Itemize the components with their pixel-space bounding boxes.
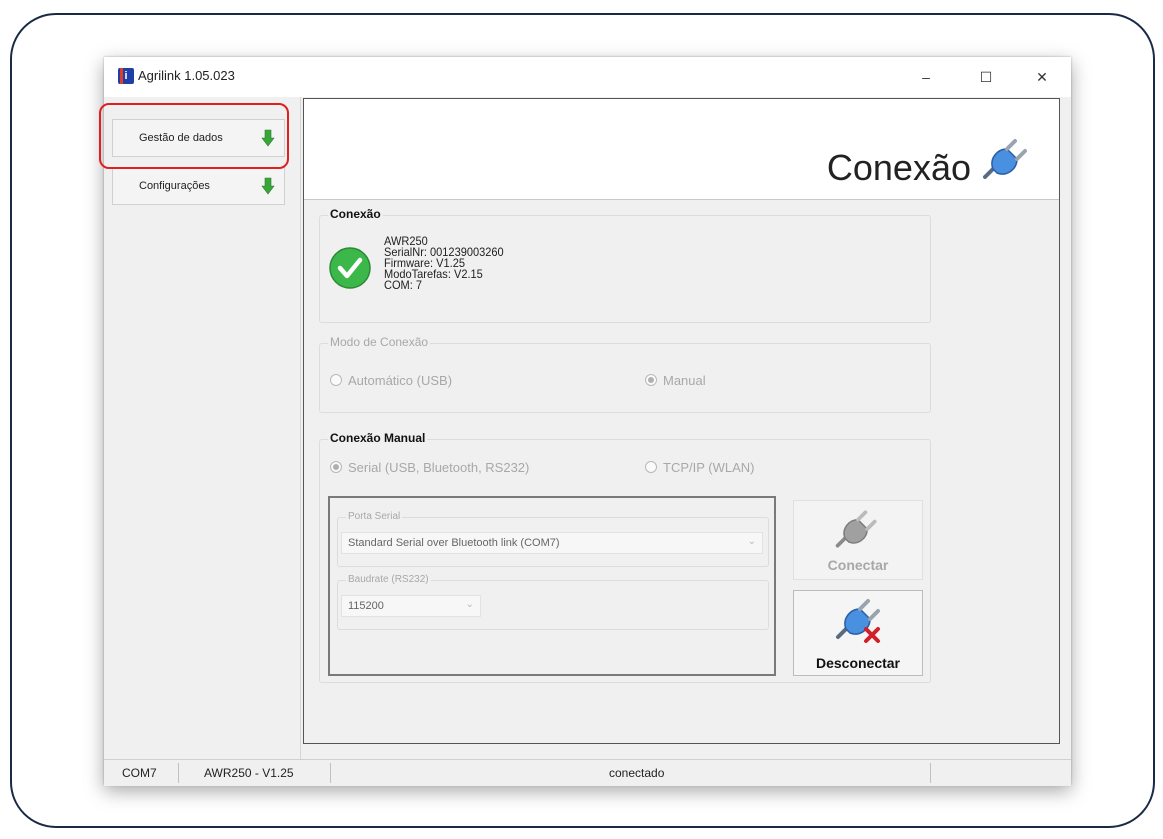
serial-settings-panel: Porta Serial Standard Serial over Blueto…	[328, 496, 776, 676]
radio-label: Automático (USB)	[348, 373, 453, 388]
radio-circle	[330, 374, 342, 386]
disconnect-label: Desconectar	[815, 655, 901, 671]
green-check-icon	[329, 247, 371, 289]
radio-automatic-usb[interactable]: Automático (USB)	[330, 373, 452, 388]
status-bar: COM7 AWR250 - V1.25 conectado	[104, 759, 1071, 786]
status-device: AWR250 - V1.25	[204, 766, 294, 780]
connection-mode-group: Modo de Conexão Automático (USB) Manual	[319, 335, 931, 413]
radio-circle	[645, 374, 657, 386]
connection-group-label: Conexão	[328, 207, 383, 221]
close-button[interactable]: ✕	[1020, 63, 1064, 91]
status-separator	[930, 763, 931, 783]
radio-tcpip[interactable]: TCP/IP (WLAN)	[645, 460, 755, 475]
baudrate-value: 115200	[348, 600, 384, 612]
content-header: Conexão	[304, 99, 1059, 200]
radio-label: Manual	[663, 373, 706, 388]
window-title: Agrilink 1.05.023	[138, 68, 235, 83]
minimize-button[interactable]: –	[904, 63, 948, 91]
connect-label: Conectar	[827, 557, 889, 573]
plug-icon	[835, 510, 877, 548]
manual-connection-group: Conexão Manual Serial (USB, Bluetooth, R…	[319, 431, 931, 683]
baudrate-group: Baudrate (RS232) 115200 ⌄	[337, 574, 769, 630]
serial-port-value: Standard Serial over Bluetooth link (COM…	[348, 537, 560, 549]
radio-circle	[645, 461, 657, 473]
page-title: Conexão	[826, 147, 971, 188]
serial-port-select[interactable]: Standard Serial over Bluetooth link (COM…	[341, 532, 763, 554]
radio-label: Serial (USB, Bluetooth, RS232)	[348, 460, 530, 475]
connection-mode-label: Modo de Conexão	[328, 335, 431, 349]
radio-circle	[330, 461, 342, 473]
green-down-arrow-icon	[261, 177, 275, 195]
plug-icon	[983, 139, 1027, 179]
baudrate-label: Baudrate (RS232)	[346, 574, 431, 585]
manual-connection-label: Conexão Manual	[328, 431, 428, 445]
baudrate-select[interactable]: 115200 ⌄	[341, 595, 481, 617]
sidebar: Gestão de dados Configurações	[104, 97, 301, 759]
com-port: COM: 7	[384, 278, 423, 292]
serial-port-label: Porta Serial	[346, 511, 403, 522]
disconnect-plug-icon	[836, 599, 880, 643]
sidebar-item-label: Configurações	[139, 180, 210, 192]
status-separator	[330, 763, 331, 783]
chevron-down-icon: ⌄	[465, 599, 474, 610]
radio-serial[interactable]: Serial (USB, Bluetooth, RS232)	[330, 460, 529, 475]
serial-port-group: Porta Serial Standard Serial over Blueto…	[337, 511, 769, 567]
status-state: conectado	[609, 766, 665, 780]
radio-label: TCP/IP (WLAN)	[663, 460, 755, 475]
connection-group: Conexão AWR250 SerialNr: 001239003260 Fi…	[319, 207, 931, 323]
app-logo-icon: i	[118, 68, 134, 84]
connect-button[interactable]: Conectar	[793, 500, 923, 580]
status-separator	[178, 763, 179, 783]
title-bar: i Agrilink 1.05.023 – ☐ ✕	[104, 57, 1071, 97]
chevron-down-icon: ⌄	[747, 536, 756, 547]
sidebar-item-configuracoes[interactable]: Configurações	[112, 167, 285, 205]
content-panel: Conexão Conexão AWR250 SerialNr: 0012390…	[303, 98, 1060, 744]
disconnect-button[interactable]: Desconectar	[793, 590, 923, 676]
maximize-button[interactable]: ☐	[964, 63, 1008, 91]
radio-manual[interactable]: Manual	[645, 373, 706, 388]
highlight-box	[99, 103, 289, 169]
status-port: COM7	[122, 766, 157, 780]
